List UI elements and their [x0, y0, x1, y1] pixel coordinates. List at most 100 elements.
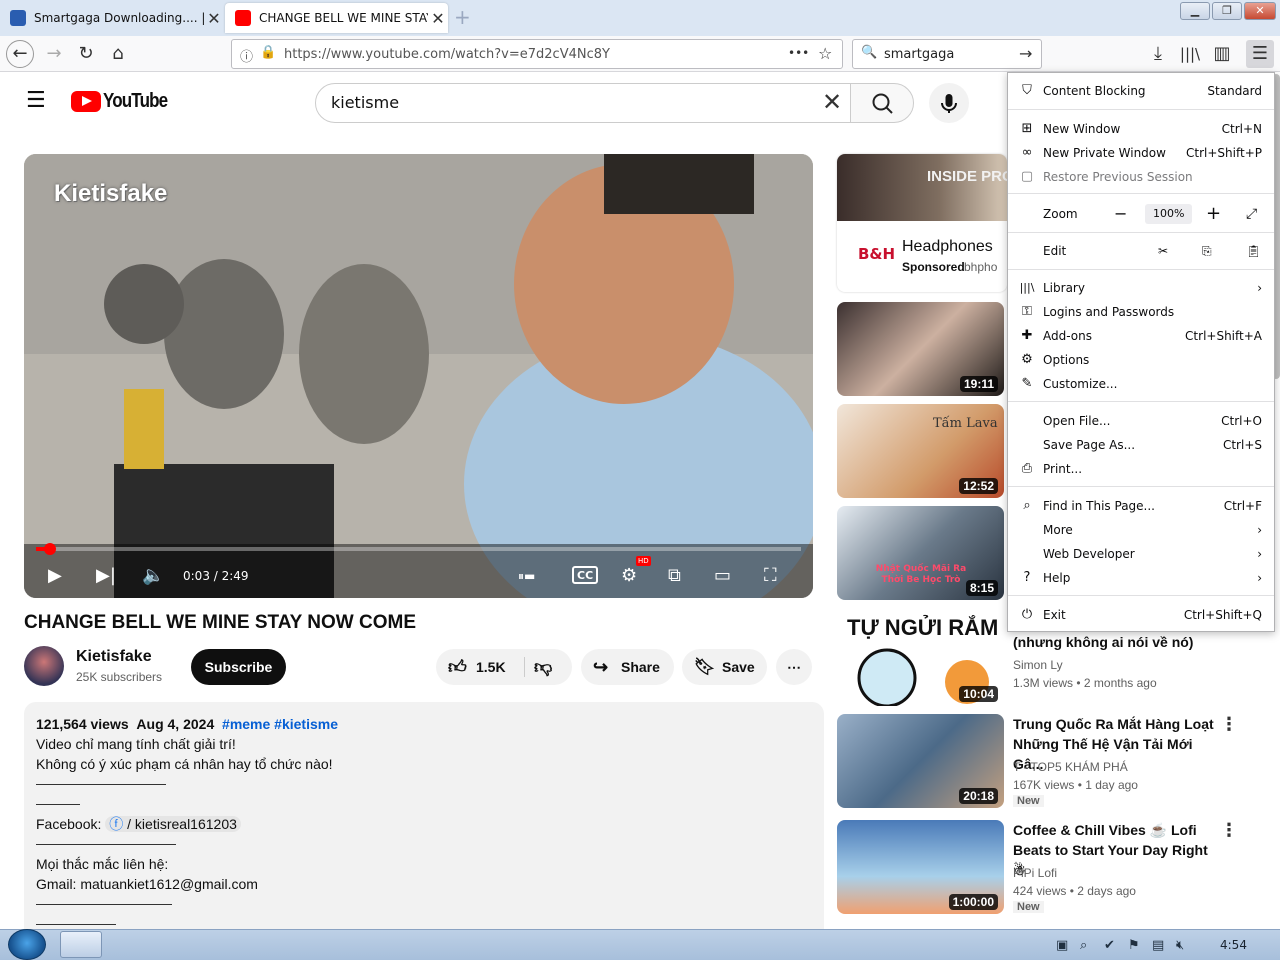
next-icon[interactable]: ▶|: [96, 558, 116, 594]
page-actions-button[interactable]: •••: [788, 46, 809, 60]
tray-search-icon[interactable]: ⌕: [1080, 938, 1087, 953]
menu-options[interactable]: ⚙ Options: [1008, 348, 1274, 372]
zoom-reset-button[interactable]: 100%: [1145, 204, 1193, 224]
copy-icon[interactable]: ⎘: [1202, 239, 1212, 263]
facebook-link[interactable]: ⓕ / kietisreal161203: [105, 816, 241, 832]
zoom-out-icon[interactable]: −: [1114, 202, 1127, 226]
menu-addons[interactable]: ✚ Add-ons Ctrl+Shift+A: [1008, 324, 1274, 348]
minimize-button[interactable]: ▁: [1180, 2, 1210, 20]
video-thumbnail[interactable]: Tấm Lava 12:52: [837, 404, 1004, 498]
taskbar-app-button[interactable]: [60, 931, 102, 958]
forward-button[interactable]: →: [40, 40, 68, 68]
downloads-icon[interactable]: ⤓: [1144, 40, 1172, 68]
subscribe-button[interactable]: Subscribe: [191, 649, 286, 685]
tray-app-icon[interactable]: ▣: [1056, 938, 1068, 953]
close-window-button[interactable]: ✕: [1244, 2, 1276, 20]
settings-gear-icon[interactable]: ⚙: [621, 558, 637, 594]
video-thumbnail[interactable]: 19:11: [837, 302, 1004, 396]
sidebar-icon[interactable]: ▥: [1208, 40, 1236, 68]
restore-button[interactable]: ❐: [1212, 2, 1242, 20]
scrubber-handle[interactable]: [43, 543, 56, 555]
share-button[interactable]: ↪ Share: [581, 649, 674, 685]
video-channel[interactable]: PiPi Lofi: [1013, 864, 1057, 882]
youtube-logo[interactable]: YouTube: [71, 90, 179, 113]
action-center-flag-icon[interactable]: ⚑: [1128, 938, 1140, 953]
video-channel[interactable]: T - TOP5 KHÁM PHÁ: [1013, 758, 1128, 776]
menu-help[interactable]: ? Help ›: [1008, 566, 1274, 590]
channel-name[interactable]: Kietisfake: [76, 648, 152, 666]
miniplayer-icon[interactable]: ⧉: [668, 558, 681, 594]
like-icon[interactable]: 👍︎: [448, 649, 467, 685]
start-button[interactable]: [8, 929, 46, 960]
like-count[interactable]: 1.5K: [476, 649, 506, 685]
new-badge: New: [1013, 795, 1044, 807]
network-icon[interactable]: ▤: [1152, 938, 1164, 953]
video-options-icon[interactable]: ⋮: [1220, 714, 1238, 735]
captions-button[interactable]: CC: [572, 566, 599, 584]
microphone-icon: [941, 94, 957, 113]
zoom-in-icon[interactable]: +: [1206, 202, 1221, 226]
autoplay-toggle[interactable]: ⏸▬: [518, 558, 535, 594]
youtube-search-button[interactable]: [850, 83, 914, 123]
video-thumbnail[interactable]: 1:00:00: [837, 820, 1004, 914]
channel-avatar[interactable]: [24, 646, 64, 686]
more-actions-button[interactable]: ⋯: [776, 649, 812, 685]
reload-icon[interactable]: ↻: [72, 40, 100, 68]
menu-open-file[interactable]: Open File... Ctrl+O: [1008, 409, 1274, 433]
video-player[interactable]: Kietisfake ▶ ▶| 🔈 0:03 / 2:49 ⏸▬ CC ⚙ HD…: [24, 154, 813, 598]
tab-youtube-active[interactable]: CHANGE BELL WE MINE STAY ✕: [225, 3, 448, 33]
menu-web-developer[interactable]: Web Developer ›: [1008, 542, 1274, 566]
youtube-search-input[interactable]: kietisme: [315, 83, 851, 123]
tab-smartgaga[interactable]: Smartgaga Downloading.... | S ✕: [0, 3, 224, 33]
video-thumbnail[interactable]: TỰ NGỬI RẮM 10:04: [837, 612, 1004, 706]
voice-search-button[interactable]: [929, 83, 969, 123]
dislike-icon[interactable]: 👎︎: [534, 649, 552, 685]
ad-card[interactable]: INSIDE PROD B&H Headphones Sponsored bhp…: [837, 154, 1007, 292]
menu-logins[interactable]: ⚿ Logins and Passwords: [1008, 300, 1274, 324]
close-tab-icon[interactable]: ✕: [204, 9, 224, 28]
play-icon[interactable]: ▶: [48, 558, 62, 594]
save-button[interactable]: 🔖︎ Save: [682, 649, 767, 685]
menu-restore-session[interactable]: ▢ Restore Previous Session: [1008, 165, 1274, 189]
search-bar[interactable]: 🔍 smartgaga →: [852, 39, 1042, 69]
library-icon[interactable]: |||\: [1176, 40, 1204, 68]
menu-save-page[interactable]: Save Page As... Ctrl+S: [1008, 433, 1274, 457]
tray-security-icon[interactable]: ✔: [1104, 938, 1115, 953]
hamburger-menu-icon[interactable]: ☰: [1246, 40, 1274, 68]
menu-content-blocking[interactable]: ⛉ Content Blocking Standard: [1008, 79, 1274, 103]
menu-new-window[interactable]: ⊞ New Window Ctrl+N: [1008, 117, 1274, 141]
new-tab-button[interactable]: +: [454, 5, 471, 29]
fullscreen-icon[interactable]: ⛶: [764, 558, 777, 594]
menu-private-window[interactable]: ∞ New Private Window Ctrl+Shift+P: [1008, 141, 1274, 165]
volume-muted-icon[interactable]: 🔇︎: [1176, 938, 1184, 953]
menu-customize[interactable]: ✎ Customize...: [1008, 372, 1274, 396]
close-tab-icon[interactable]: ✕: [428, 9, 448, 28]
volume-icon[interactable]: 🔈: [142, 558, 164, 594]
back-button[interactable]: ←: [6, 40, 34, 68]
theater-mode-icon[interactable]: ▭: [714, 558, 731, 594]
home-icon[interactable]: ⌂: [104, 40, 132, 68]
menu-library[interactable]: |||\ Library ›: [1008, 276, 1274, 300]
menu-exit[interactable]: ⏻ Exit Ctrl+Shift+Q: [1008, 603, 1274, 627]
bookmark-star-icon[interactable]: ☆: [818, 44, 832, 63]
cut-icon[interactable]: ✂: [1158, 239, 1168, 263]
video-title-link[interactable]: (nhưng không ai nói về nó): [1013, 632, 1223, 652]
video-thumbnail[interactable]: 20:18: [837, 714, 1004, 808]
menu-more[interactable]: More ›: [1008, 518, 1274, 542]
menu-print[interactable]: ⎙ Print...: [1008, 457, 1274, 481]
video-channel[interactable]: Simon Ly: [1013, 656, 1063, 674]
description-box[interactable]: 121,564 views Aug 4, 2024 #meme #kietism…: [24, 702, 824, 942]
progress-bar[interactable]: [36, 543, 801, 555]
fullscreen-expand-icon[interactable]: ⤢: [1246, 202, 1257, 226]
hashtags[interactable]: #meme #kietisme: [222, 716, 338, 732]
taskbar-clock[interactable]: 4:54: [1220, 938, 1247, 952]
paste-icon[interactable]: 📋︎: [1246, 239, 1261, 263]
menu-find[interactable]: ⌕ Find in This Page... Ctrl+F: [1008, 494, 1274, 518]
clear-search-icon[interactable]: ✕: [822, 88, 842, 116]
search-go-icon[interactable]: →: [1019, 44, 1032, 63]
address-bar[interactable]: ⓘ 🔒 https://www.youtube.com/watch?v=e7d2…: [231, 39, 843, 69]
info-icon[interactable]: ⓘ: [240, 46, 253, 65]
guide-menu-icon[interactable]: ☰: [26, 88, 46, 113]
video-thumbnail[interactable]: Nhật Quốc Mãi Ra Thời Be Học Trò 8:15: [837, 506, 1004, 600]
video-options-icon[interactable]: ⋮: [1220, 820, 1238, 841]
